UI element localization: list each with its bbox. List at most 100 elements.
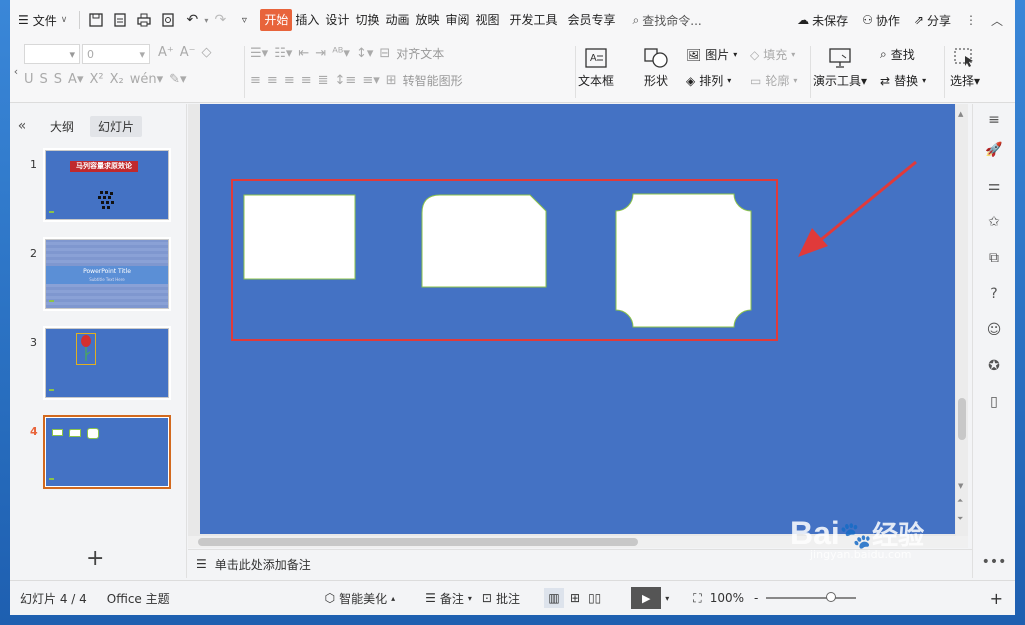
next-slide-icon[interactable]: ⏷ (957, 514, 963, 524)
tab-animation[interactable]: 动画 (382, 9, 412, 31)
chevron-down-icon[interactable]: ▾ (665, 594, 669, 603)
picture-button[interactable]: 🖼 图片 ▾ (686, 46, 737, 63)
tab-insert[interactable]: 插入 (292, 9, 322, 31)
command-search[interactable]: ⌕ 查找命令... (633, 12, 702, 29)
reading-view-icon[interactable]: ▯▯ (588, 591, 601, 605)
slide-thumbnail-3[interactable] (43, 326, 171, 400)
magic-star-icon[interactable]: ✩ (984, 212, 1004, 232)
theme-name[interactable]: Office 主题 (107, 590, 170, 607)
vertical-scroll-thumb[interactable] (958, 398, 966, 440)
book-search-icon[interactable]: ▯ (984, 392, 1004, 412)
unsaved-status[interactable]: ☁ 未保存 (797, 12, 848, 29)
decrease-indent-icon[interactable]: ⇤ (298, 46, 309, 61)
tab-outline[interactable]: 大纲 (42, 116, 82, 137)
tab-slides[interactable]: 幻灯片 (90, 115, 143, 137)
help-icon[interactable]: ? (984, 284, 1004, 304)
bullet-list-icon[interactable]: ☰▾ (250, 46, 268, 61)
notes-toggle-button[interactable]: ☰ 备注 ▾ (425, 590, 472, 607)
numbered-list-icon[interactable]: ☷▾ (274, 46, 292, 61)
smartart-icon[interactable]: ⊞ (386, 73, 397, 88)
current-slide[interactable] (200, 104, 955, 534)
smartart-label[interactable]: 转智能图形 (403, 72, 463, 89)
vertical-scrollbar[interactable]: ▲ ▼ ⏶ ⏷ (956, 104, 968, 536)
phonetic-icon[interactable]: wén▾ (130, 72, 163, 87)
paragraph-spacing-icon[interactable]: ≡▾ (362, 73, 379, 88)
shape-button[interactable]: 形状 (642, 44, 670, 89)
font-color-icon[interactable]: A▾ (68, 72, 83, 87)
replace-button[interactable]: ⇄ 替换 ▾ (880, 72, 926, 89)
tab-transition[interactable]: 切换 (352, 9, 382, 31)
arrange-button[interactable]: ◈ 排列 ▾ (686, 72, 731, 89)
collab-button[interactable]: ⚇ 协作 (862, 12, 900, 29)
clear-format-icon[interactable]: ◇ (202, 45, 212, 60)
lightbulb-icon[interactable]: ✪ (984, 356, 1004, 376)
file-menu[interactable]: ☰ 文件 ∨ (10, 8, 75, 32)
chevron-down-icon[interactable]: ▾ (204, 16, 208, 25)
highlight-icon[interactable]: ✎▾ (169, 72, 186, 87)
prev-slide-icon[interactable]: ⏶ (957, 496, 963, 506)
tab-member[interactable]: 会员专享 (565, 9, 619, 31)
superscript-icon[interactable]: X² (89, 72, 103, 87)
smart-beautify-button[interactable]: ⬡ 智能美化 ▴ (325, 590, 396, 607)
align-left-icon[interactable]: ≡ (250, 73, 261, 88)
rocket-icon[interactable]: 🚀 (984, 140, 1004, 160)
tab-review[interactable]: 审阅 (442, 9, 472, 31)
copy-slide-icon[interactable]: ⧉ (984, 248, 1004, 268)
zoom-slider[interactable] (766, 592, 857, 602)
zoom-out-button[interactable]: - (754, 591, 758, 605)
tab-slideshow[interactable]: 放映 (412, 9, 442, 31)
align-text-label[interactable]: 对齐文本 (396, 45, 444, 62)
redo-icon[interactable]: ↷ (210, 10, 230, 30)
slide-thumbnail-1[interactable]: 马列容量求原效论 (43, 148, 171, 222)
comments-button[interactable]: ⊡ 批注 (482, 590, 520, 607)
horizontal-scroll-thumb[interactable] (198, 538, 638, 546)
print-preview-icon[interactable] (158, 10, 178, 30)
more-icon[interactable]: ••• (982, 552, 1007, 572)
sort-icon[interactable]: ↕▾ (356, 46, 373, 61)
play-slideshow-button[interactable]: ▶ (631, 587, 662, 609)
font-name-select[interactable]: ▾ (24, 44, 80, 64)
collapse-panel-icon[interactable]: « (10, 118, 34, 134)
grid-view-icon[interactable]: ⊞ (570, 591, 580, 605)
adjust-icon[interactable]: ⚌ (984, 176, 1004, 196)
distribute-icon[interactable]: ≣ (318, 73, 329, 88)
underline-icon[interactable]: U (24, 72, 34, 87)
line-spacing-icon[interactable]: ↕≡ (335, 73, 357, 88)
print-icon[interactable] (134, 10, 154, 30)
fit-window-icon[interactable]: ⛶ (693, 591, 701, 606)
tab-home[interactable]: 开始 (260, 9, 293, 31)
slide-thumbnail-4[interactable] (43, 415, 171, 489)
collapse-ribbon-icon[interactable]: ︿ (991, 12, 1003, 29)
scroll-up-icon[interactable]: ▲ (958, 110, 963, 118)
more-options-icon[interactable]: ⋮ (965, 13, 977, 27)
add-slide-button[interactable]: + (86, 546, 104, 571)
save-icon[interactable] (86, 10, 106, 30)
align-center-icon[interactable]: ≡ (267, 73, 278, 88)
tab-developer[interactable]: 开发工具 (507, 9, 561, 31)
outline-button[interactable]: ▭ 轮廓 ▾ (750, 72, 797, 89)
presentation-tools-button[interactable]: 演示工具▾ (813, 44, 867, 89)
export-pdf-icon[interactable] (110, 10, 130, 30)
decrease-font-icon[interactable]: A⁻ (180, 45, 196, 60)
increase-font-icon[interactable]: A⁺ (158, 45, 174, 60)
undo-icon[interactable]: ↶ (182, 10, 202, 30)
tab-design[interactable]: 设计 (322, 9, 352, 31)
zoom-slider-handle[interactable] (826, 592, 837, 602)
select-button[interactable]: 选择▾ (950, 44, 980, 89)
tab-view[interactable]: 视图 (473, 9, 503, 31)
menu-lines-icon[interactable]: ≡ (984, 110, 1004, 130)
normal-view-icon[interactable]: ▥ (544, 588, 564, 608)
zoom-level[interactable]: 100% (710, 591, 744, 605)
strikethrough-icon[interactable]: S (40, 72, 48, 87)
scroll-down-icon[interactable]: ▼ (958, 482, 963, 490)
text-direction-icon[interactable]: ᴬᴮ▾ (332, 46, 350, 61)
find-button[interactable]: ⌕ 查找 (880, 46, 915, 63)
align-right-icon[interactable]: ≡ (284, 73, 295, 88)
slide-thumbnail-2[interactable]: PowerPoint Title Subtitle Text Here (43, 237, 171, 311)
share-button[interactable]: ⇗ 分享 (914, 12, 951, 29)
align-text-icon[interactable]: ⊟ (379, 46, 390, 61)
fill-button[interactable]: ◇ 填充 ▾ (750, 46, 795, 63)
robot-icon[interactable]: ☺ (984, 320, 1004, 340)
ribbon-scroll-left-icon[interactable]: ‹ (10, 40, 22, 103)
textbox-button[interactable]: A 文本框 (578, 44, 614, 89)
